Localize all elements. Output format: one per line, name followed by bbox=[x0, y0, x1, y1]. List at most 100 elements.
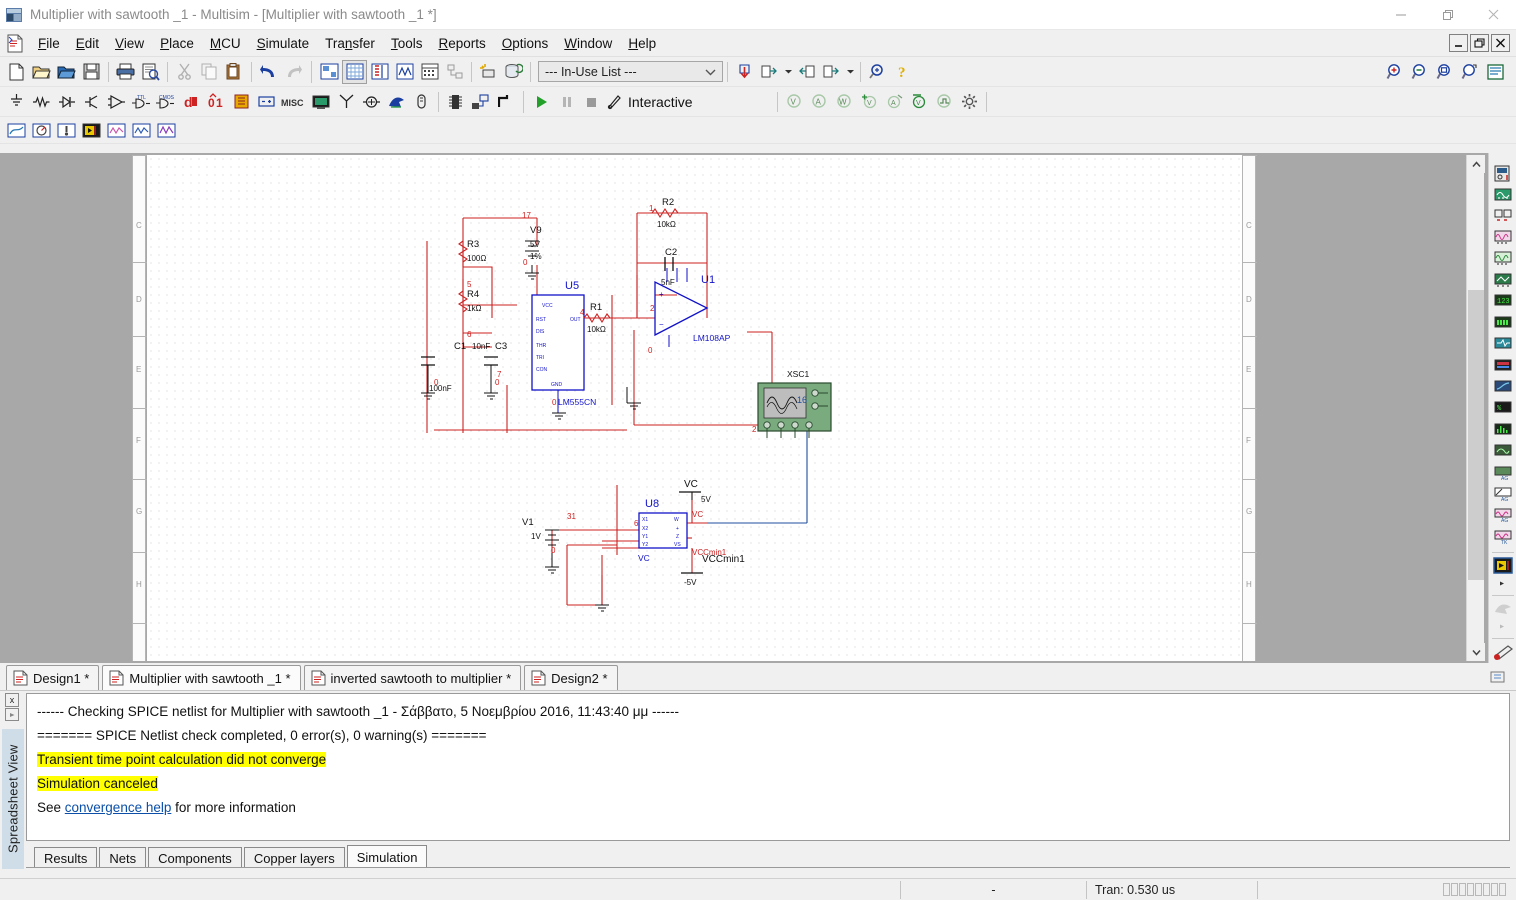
doc-tab-design2[interactable]: Design2 * bbox=[524, 665, 618, 690]
menu-options[interactable]: Options bbox=[494, 33, 557, 54]
interactive-probe-icon[interactable] bbox=[604, 90, 624, 114]
back-annotate-icon[interactable] bbox=[732, 60, 757, 84]
doc-tab-overflow-button[interactable] bbox=[1490, 670, 1516, 690]
copy-icon[interactable] bbox=[197, 60, 222, 84]
canvas-vertical-scrollbar[interactable] bbox=[1466, 155, 1485, 661]
hierarchy-icon[interactable] bbox=[442, 60, 467, 84]
print-icon[interactable] bbox=[113, 60, 138, 84]
measurement-probe-icon[interactable] bbox=[104, 118, 129, 142]
probe-settings-icon[interactable] bbox=[957, 90, 982, 114]
agilent-oscilloscope-icon[interactable]: AG bbox=[1492, 506, 1514, 526]
component-c2[interactable]: C2 5nF bbox=[661, 247, 677, 287]
electromechanical-icon[interactable] bbox=[359, 90, 384, 114]
redo-icon[interactable] bbox=[281, 60, 306, 84]
component-xsc1[interactable]: XSC1 bbox=[757, 369, 832, 438]
ni-instruments-icon[interactable] bbox=[1492, 599, 1514, 619]
menu-view[interactable]: View bbox=[107, 33, 152, 54]
menu-place[interactable]: Place bbox=[152, 33, 202, 54]
ssv-tab-results[interactable]: Results bbox=[34, 847, 98, 868]
component-u5[interactable]: U5 VCC RST DIS THR TRI CON OUT GND LM555CN bbox=[531, 280, 596, 413]
differential-voltage-probe-icon[interactable]: V bbox=[857, 90, 882, 114]
open-design-icon[interactable] bbox=[54, 60, 79, 84]
doc-tab-design1[interactable]: Design1 * bbox=[6, 665, 100, 690]
cmos-icon[interactable]: CMOS bbox=[154, 90, 179, 114]
indicator-icon[interactable] bbox=[229, 90, 254, 114]
component-v9[interactable]: V9 5V 1% bbox=[525, 225, 542, 280]
word-generator-icon[interactable] bbox=[1492, 313, 1514, 333]
spectrum-analyzer-icon[interactable] bbox=[1492, 420, 1514, 440]
power-icon[interactable] bbox=[254, 90, 279, 114]
schematic-canvas[interactable]: R2 10kΩ C2 5nF + − U1 LM108AP V9 5V 1% R… bbox=[147, 155, 1242, 661]
bus-icon[interactable] bbox=[493, 90, 518, 114]
mixed-icon[interactable]: 01 bbox=[204, 90, 229, 114]
menu-transfer[interactable]: Transfer bbox=[317, 33, 383, 54]
rf-icon[interactable] bbox=[334, 90, 359, 114]
iv-analyzer-icon[interactable] bbox=[1492, 377, 1514, 397]
transfer-left-icon[interactable] bbox=[794, 60, 819, 84]
auto-hide-pin-icon[interactable] bbox=[5, 708, 19, 721]
component-r4[interactable]: R4 1kΩ bbox=[457, 289, 481, 313]
menu-help[interactable]: Help bbox=[620, 33, 664, 54]
run-play-icon[interactable] bbox=[529, 90, 554, 114]
labview-instrument-icon[interactable] bbox=[79, 118, 104, 142]
probe-setup-icon[interactable] bbox=[54, 118, 79, 142]
diode-icon[interactable] bbox=[54, 90, 79, 114]
simulation-log-output[interactable]: ------ Checking SPICE netlist for Multip… bbox=[26, 693, 1510, 841]
spreadsheet-view-title[interactable]: Spreadsheet View bbox=[2, 729, 24, 869]
zoom-out-icon[interactable] bbox=[1408, 60, 1433, 84]
cut-icon[interactable] bbox=[172, 60, 197, 84]
scroll-up-arrow[interactable] bbox=[1467, 155, 1485, 173]
differential-current-probe-icon[interactable]: A bbox=[882, 90, 907, 114]
nipld-icon[interactable] bbox=[384, 90, 409, 114]
open-file-icon[interactable] bbox=[29, 60, 54, 84]
logic-analyzer-icon[interactable] bbox=[1492, 356, 1514, 376]
scrollbar-thumb[interactable] bbox=[1468, 290, 1484, 580]
tektronix-oscilloscope-icon[interactable]: TK bbox=[1492, 527, 1514, 547]
find-icon[interactable] bbox=[865, 60, 890, 84]
zoom-area-icon[interactable] bbox=[1433, 60, 1458, 84]
component-u8[interactable]: U8 X1 X2 Y1 Y2 W + Z VS VC bbox=[638, 498, 688, 563]
labview-instruments-icon[interactable] bbox=[1492, 556, 1514, 576]
postprocessor2-icon[interactable] bbox=[29, 118, 54, 142]
logic-converter-icon[interactable] bbox=[1492, 334, 1514, 354]
help-icon[interactable]: ? bbox=[890, 60, 915, 84]
four-channel-oscilloscope-icon[interactable] bbox=[1492, 249, 1514, 269]
menu-tools[interactable]: Tools bbox=[383, 33, 431, 54]
trace-icon[interactable] bbox=[154, 118, 179, 142]
menu-mcu[interactable]: MCU bbox=[202, 33, 249, 54]
digital-probe-icon[interactable] bbox=[932, 90, 957, 114]
ssv-tab-components[interactable]: Components bbox=[148, 847, 242, 868]
grapher-icon[interactable] bbox=[392, 60, 417, 84]
connectors-icon[interactable] bbox=[409, 90, 434, 114]
forward-annotate-icon[interactable] bbox=[757, 60, 782, 84]
scroll-down-arrow[interactable] bbox=[1467, 643, 1485, 661]
ni-dropdown-icon[interactable] bbox=[1492, 620, 1514, 634]
stop-icon[interactable] bbox=[579, 90, 604, 114]
postprocessor-icon[interactable] bbox=[417, 60, 442, 84]
undo-icon[interactable] bbox=[256, 60, 281, 84]
misc-icon[interactable]: MISC bbox=[279, 90, 309, 114]
in-use-list-combobox[interactable]: --- In-Use List --- bbox=[538, 61, 723, 82]
menu-simulate[interactable]: Simulate bbox=[249, 33, 318, 54]
component-c1[interactable]: C1 100nF bbox=[421, 341, 466, 400]
menu-window[interactable]: Window bbox=[556, 33, 620, 54]
print-preview-icon[interactable] bbox=[138, 60, 163, 84]
transfer-dropdown-icon[interactable] bbox=[844, 60, 856, 84]
source-icon[interactable] bbox=[4, 90, 29, 114]
window-minimize-button[interactable] bbox=[1378, 0, 1424, 30]
save-icon[interactable] bbox=[79, 60, 104, 84]
pause-icon[interactable] bbox=[554, 90, 579, 114]
power-vccmin[interactable]: -5V VCCmin1 VCCmin1 bbox=[681, 548, 745, 587]
analog-icon[interactable] bbox=[104, 90, 129, 114]
ssv-tab-nets[interactable]: Nets bbox=[99, 847, 147, 868]
full-screen-icon[interactable] bbox=[317, 60, 342, 84]
multimeter-icon[interactable] bbox=[1492, 163, 1514, 183]
labview-dropdown-icon[interactable] bbox=[1492, 577, 1514, 591]
distortion-analyzer-icon[interactable]: % bbox=[1492, 399, 1514, 419]
zoom-sheet-icon[interactable] bbox=[1483, 60, 1508, 84]
ssv-tab-copper-layers[interactable]: Copper layers bbox=[243, 847, 345, 868]
window-maximize-button[interactable] bbox=[1424, 0, 1470, 30]
network-analyzer-icon[interactable] bbox=[1492, 441, 1514, 461]
new-file-icon[interactable] bbox=[4, 60, 29, 84]
advanced-peripherals-icon[interactable] bbox=[309, 90, 334, 114]
